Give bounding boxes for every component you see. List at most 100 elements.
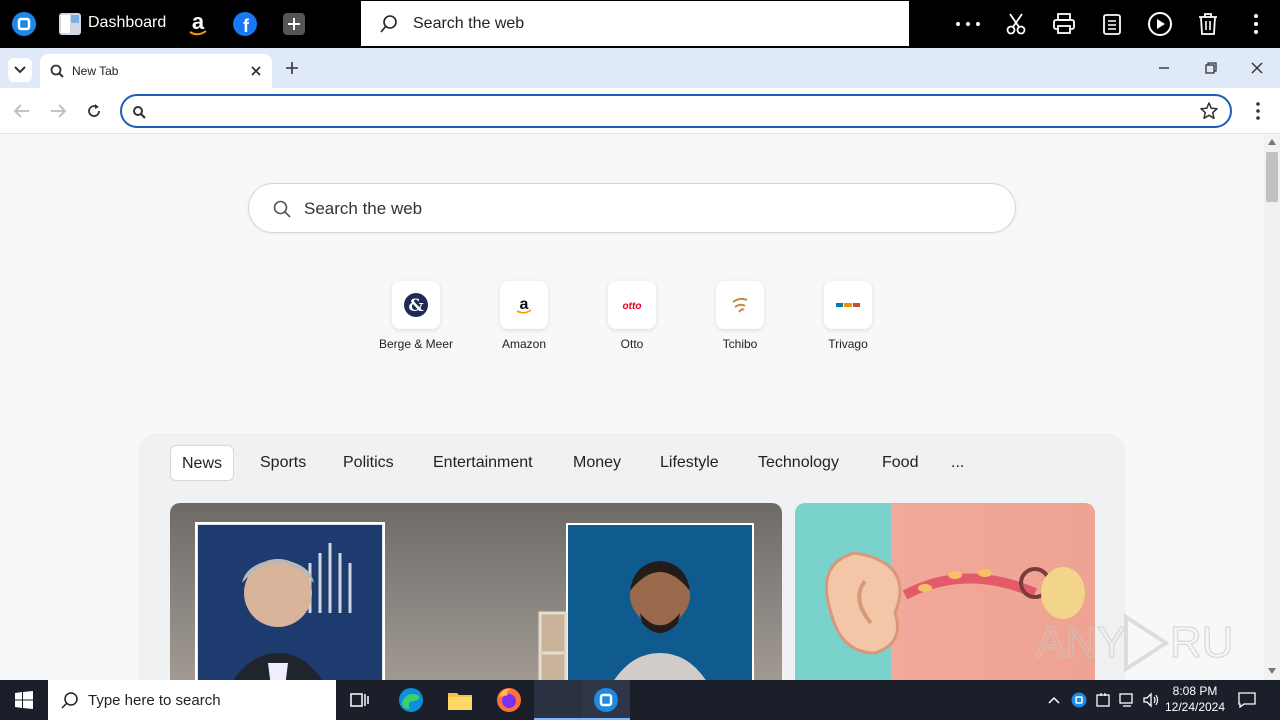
- category-tab-news[interactable]: News: [170, 445, 235, 481]
- edge-browser-icon[interactable]: [398, 687, 424, 713]
- search-icon: [273, 200, 291, 218]
- scroll-up-icon[interactable]: [1268, 139, 1276, 145]
- print-icon[interactable]: [1050, 10, 1078, 38]
- svg-text:&: &: [408, 296, 424, 316]
- taskbar-search-placeholder: Type here to search: [88, 692, 221, 709]
- category-tab-money[interactable]: Money: [562, 445, 632, 481]
- top-site-label: Otto: [620, 337, 644, 351]
- category-tab-entertainment[interactable]: Entertainment: [422, 445, 544, 481]
- bookmark-star-icon[interactable]: [1200, 102, 1218, 120]
- forward-arrow-icon[interactable]: [50, 104, 66, 118]
- category-tab-food[interactable]: Food: [871, 445, 929, 481]
- scrollbar-thumb[interactable]: [1266, 152, 1278, 202]
- category-tab-technology[interactable]: Technology: [747, 445, 850, 481]
- clipboard-icon[interactable]: [1098, 10, 1126, 38]
- top-site-otto[interactable]: otto Otto: [582, 281, 682, 351]
- notifications-icon[interactable]: [1238, 692, 1256, 708]
- search-icon: [133, 106, 146, 119]
- clock-date: 12/24/2024: [1164, 700, 1226, 714]
- web-search-placeholder: Search the web: [304, 199, 423, 218]
- windows-taskbar: Type here to search 8:08 PM 12/24/2024: [0, 680, 1280, 720]
- app-logo-icon: [594, 688, 618, 712]
- clock-time: 8:08 PM: [1172, 684, 1218, 698]
- top-site-label: Berge & Meer: [378, 337, 454, 351]
- browser-menu-icon[interactable]: [1255, 102, 1261, 120]
- svg-text:f: f: [243, 16, 250, 36]
- news-photo: [195, 522, 754, 680]
- file-explorer-icon[interactable]: [447, 689, 473, 711]
- dashboard-icon[interactable]: [56, 10, 84, 38]
- app-logo-icon[interactable]: [10, 10, 38, 38]
- amazon-icon[interactable]: a: [184, 10, 212, 38]
- taskbar-app-anyrun[interactable]: [582, 680, 630, 720]
- search-icon: [61, 692, 78, 709]
- tab-title: New Tab: [72, 64, 119, 78]
- page-scrollbar[interactable]: [1264, 135, 1280, 680]
- reload-icon[interactable]: [86, 103, 102, 119]
- top-site-label: Tchibo: [722, 337, 758, 351]
- toolbar-search-placeholder: Search the web: [413, 14, 525, 32]
- anyrun-watermark-icon: ANY RUN: [1036, 613, 1236, 673]
- top-site-berge-meer[interactable]: & Berge & Meer: [366, 281, 466, 351]
- app-toolbar: Dashboard a f Search the web: [0, 0, 1280, 48]
- category-tab-politics[interactable]: Politics: [332, 445, 405, 481]
- address-bar[interactable]: [120, 94, 1232, 128]
- new-tab-page: Search the web & Berge & Meer a Amazon o…: [0, 135, 1264, 680]
- restore-icon[interactable]: [1205, 62, 1217, 74]
- trash-icon[interactable]: [1194, 10, 1222, 38]
- more-dots-icon[interactable]: [954, 10, 982, 38]
- close-tab-icon[interactable]: [250, 65, 262, 77]
- task-view-icon[interactable]: [350, 691, 370, 709]
- navigation-bar: [0, 88, 1280, 134]
- category-more-button[interactable]: ...: [940, 445, 975, 481]
- amazon-logo-icon: a: [516, 296, 532, 314]
- svg-text:a: a: [192, 11, 205, 34]
- taskbar-search-box[interactable]: Type here to search: [48, 680, 336, 720]
- top-site-trivago[interactable]: Trivago: [798, 281, 898, 351]
- network-icon[interactable]: [1118, 692, 1136, 708]
- top-site-amazon[interactable]: a Amazon: [474, 281, 574, 351]
- category-tab-lifestyle[interactable]: Lifestyle: [649, 445, 730, 481]
- web-search-box[interactable]: Search the web: [248, 183, 1016, 233]
- top-site-tchibo[interactable]: Tchibo: [690, 281, 790, 351]
- scroll-down-icon[interactable]: [1268, 668, 1276, 674]
- scissors-icon[interactable]: [1002, 10, 1030, 38]
- tab-strip: New Tab: [0, 48, 1280, 88]
- category-tab-sports[interactable]: Sports: [249, 445, 317, 481]
- berge-meer-logo-icon: &: [404, 293, 428, 317]
- top-site-label: Amazon: [501, 337, 547, 351]
- back-arrow-icon[interactable]: [14, 104, 30, 118]
- power-tray-icon[interactable]: [1095, 692, 1111, 708]
- close-window-icon[interactable]: [1251, 62, 1263, 74]
- svg-text:otto: otto: [623, 301, 642, 311]
- system-clock[interactable]: 8:08 PM 12/24/2024: [1160, 683, 1230, 715]
- tab-search-button[interactable]: [8, 58, 32, 82]
- svg-text:RUN: RUN: [1170, 618, 1236, 667]
- search-icon: [50, 64, 64, 78]
- top-site-label: Trivago: [828, 337, 868, 351]
- menu-kebab-icon[interactable]: [1242, 10, 1270, 38]
- facebook-icon[interactable]: f: [231, 10, 259, 38]
- chevron-down-icon: [14, 66, 26, 74]
- new-tab-icon[interactable]: [285, 61, 299, 75]
- firefox-icon[interactable]: [496, 687, 522, 713]
- minimize-icon[interactable]: [1158, 62, 1170, 74]
- otto-logo-icon: otto: [623, 301, 642, 311]
- taskbar-active-app[interactable]: [534, 680, 582, 720]
- search-icon: [380, 14, 397, 33]
- news-card-image-politics[interactable]: [170, 503, 782, 680]
- tray-app-icon[interactable]: [1071, 692, 1087, 708]
- windows-start-icon[interactable]: [15, 691, 33, 709]
- tab-new-tab[interactable]: New Tab: [40, 54, 272, 88]
- chevron-up-icon[interactable]: [1048, 696, 1060, 704]
- volume-icon[interactable]: [1142, 692, 1160, 708]
- tchibo-logo-icon: [732, 297, 748, 313]
- news-feed: News Sports Politics Entertainment Money…: [139, 433, 1125, 680]
- dashboard-label[interactable]: Dashboard: [88, 14, 166, 32]
- svg-text:ANY: ANY: [1036, 618, 1126, 667]
- toolbar-search-box[interactable]: Search the web: [360, 0, 910, 47]
- svg-text:a: a: [520, 296, 529, 313]
- add-shortcut-icon[interactable]: [280, 10, 308, 38]
- play-icon[interactable]: [1146, 10, 1174, 38]
- trivago-logo-icon: [836, 303, 860, 307]
